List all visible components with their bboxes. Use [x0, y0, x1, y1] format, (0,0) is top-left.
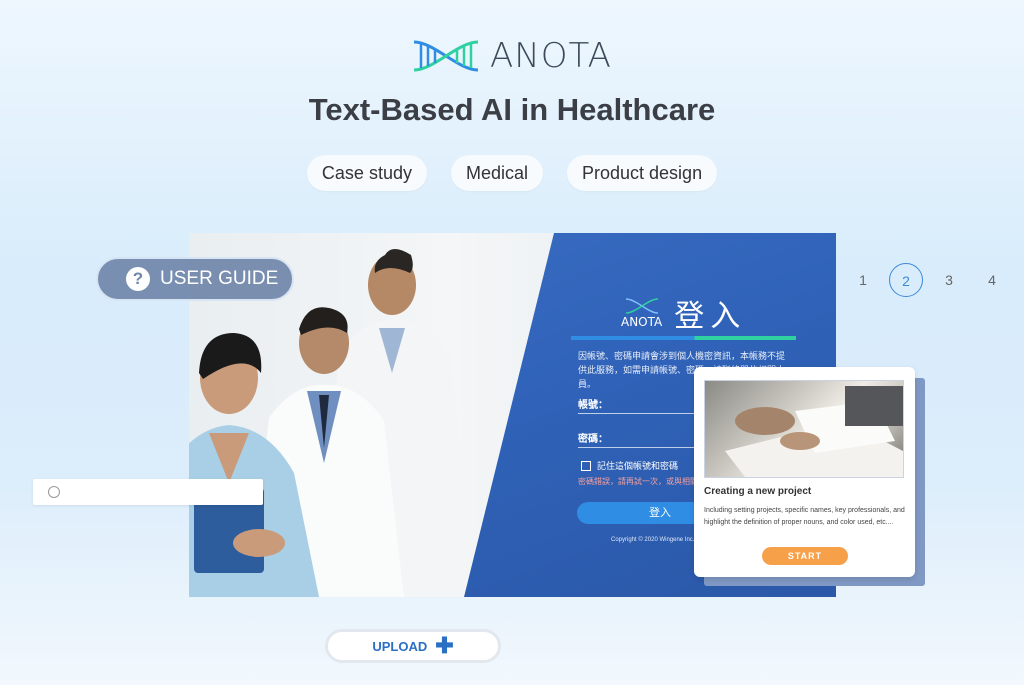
- login-divider: [571, 336, 796, 340]
- question-circle-icon: ?: [126, 267, 150, 291]
- tag-case-study[interactable]: Case study: [306, 155, 427, 191]
- remember-checkbox[interactable]: [581, 460, 591, 471]
- documents-illustration: [725, 386, 903, 477]
- card-description: Including setting projects, specific nam…: [704, 507, 905, 526]
- radio-icon[interactable]: [48, 486, 60, 498]
- tag-medical[interactable]: Medical: [450, 155, 543, 191]
- copyright: Copyright © 2020 Wingene Inc.: [611, 537, 695, 543]
- page-title: Text-Based AI in Healthcare: [308, 92, 716, 127]
- anota-logo-icon: [413, 40, 479, 72]
- anota-small-logo-icon: [625, 298, 658, 314]
- remember-row[interactable]: 記住這個帳號和密碼: [581, 459, 678, 472]
- brand: ANOTA: [412, 36, 612, 76]
- card-title: Creating a new project: [704, 486, 812, 497]
- upload-label: UPLOAD: [372, 638, 428, 654]
- start-button[interactable]: START: [762, 547, 848, 565]
- user-guide-button[interactable]: ? USER GUIDE: [96, 257, 294, 301]
- brand-name: ANOTA: [490, 36, 612, 76]
- upload-button[interactable]: UPLOAD ✚: [325, 629, 501, 663]
- login-title: 登入: [674, 300, 747, 333]
- login-logo-text: ANOTA: [621, 315, 663, 329]
- page-3[interactable]: 3: [932, 263, 966, 297]
- radio-input-field[interactable]: [33, 479, 263, 505]
- card-image: [704, 380, 904, 478]
- user-guide-label: USER GUIDE: [160, 268, 279, 289]
- password-label: 密碼：: [578, 434, 608, 445]
- login-logo: ANOTA 登入: [621, 291, 746, 335]
- account-label: 帳號：: [578, 400, 608, 411]
- page-4[interactable]: 4: [975, 263, 1009, 297]
- page-2[interactable]: 2: [889, 263, 923, 297]
- tag-product-design[interactable]: Product design: [567, 155, 718, 191]
- login-button-label: 登入: [649, 507, 671, 519]
- remember-label: 記住這個帳號和密碼: [597, 461, 679, 471]
- plus-icon: ✚: [435, 633, 454, 658]
- tag-list: Case study Medical Product design: [0, 155, 1024, 191]
- pagination: 1 2 3 4: [846, 263, 1018, 297]
- project-card: Creating a new project Including setting…: [694, 367, 915, 577]
- page-1[interactable]: 1: [846, 263, 880, 297]
